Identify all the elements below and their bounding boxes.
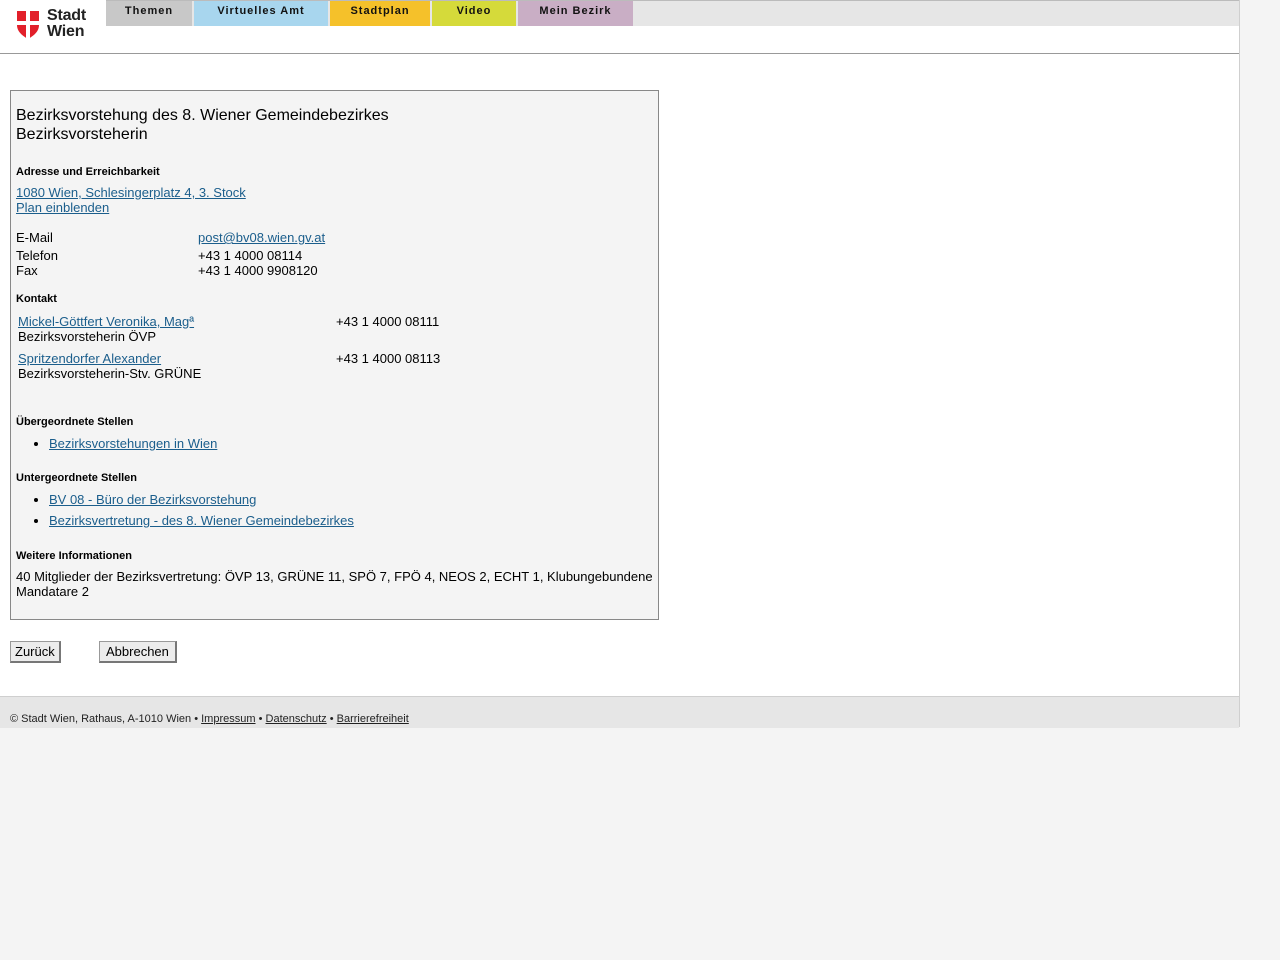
page: Stadt Wien Themen Virtuelles Amt Stadtpl…: [0, 0, 1240, 728]
contact-name-link[interactable]: Mickel-Göttfert Veronika, Magª: [18, 314, 194, 329]
address-link[interactable]: 1080 Wien, Schlesingerplatz 4, 3. Stock: [16, 185, 246, 200]
contact-phone: +43 1 4000 08111: [336, 314, 440, 329]
footer-copyright: © Stadt Wien, Rathaus, A-1010 Wien: [10, 713, 192, 725]
list-item: Bezirksvertretung - des 8. Wiener Gemein…: [49, 513, 354, 528]
footer-separator: •: [329, 713, 334, 725]
office-title: Bezirksvorstehung des 8. Wiener Gemeinde…: [16, 107, 389, 124]
fax-label: Fax: [16, 263, 38, 278]
info-text: 40 Mitglieder der Bezirksvertretung: ÖVP…: [16, 569, 653, 599]
show-map-link[interactable]: Plan einblenden: [16, 200, 109, 215]
cancel-button[interactable]: Abbrechen: [99, 641, 177, 663]
site-footer: © Stadt Wien, Rathaus, A-1010 Wien • Imp…: [0, 696, 1239, 728]
contact-phone: +43 1 4000 08113: [336, 351, 441, 366]
footer-text: © Stadt Wien, Rathaus, A-1010 Wien • Imp…: [10, 713, 409, 725]
stadt-wien-logo[interactable]: Stadt Wien: [15, 8, 95, 44]
nav-tab-mein-bezirk[interactable]: Mein Bezirk: [518, 1, 633, 26]
footer-separator: •: [194, 713, 199, 725]
logo-line2: Wien: [47, 23, 85, 40]
subordinate-link[interactable]: BV 08 - Büro der Bezirksvorstehung: [49, 492, 256, 507]
nav-tab-video[interactable]: Video: [432, 1, 516, 26]
nav-tab-themen[interactable]: Themen: [106, 1, 192, 26]
office-subtitle: Bezirksvorsteherin: [16, 126, 148, 143]
subordinate-heading: Untergeordnete Stellen: [16, 472, 138, 484]
datenschutz-link[interactable]: Datenschutz: [266, 713, 327, 725]
superior-heading: Übergeordnete Stellen: [16, 416, 134, 428]
impressum-link[interactable]: Impressum: [201, 713, 255, 725]
contact-role: Bezirksvorsteherin ÖVP: [18, 329, 156, 344]
logo-line1: Stadt: [47, 7, 87, 24]
subordinate-list: BV 08 - Büro der Bezirksvorstehung Bezir…: [16, 492, 354, 534]
nav-tab-stadtplan[interactable]: Stadtplan: [330, 1, 430, 26]
fax-value: +43 1 4000 9908120: [198, 263, 318, 278]
superior-link[interactable]: Bezirksvorstehungen in Wien: [49, 436, 217, 451]
footer-separator: •: [258, 713, 263, 725]
office-details-card: Bezirksvorstehung des 8. Wiener Gemeinde…: [10, 90, 659, 620]
email-label: E-Mail: [16, 230, 53, 245]
nav-tab-virtuelles-amt[interactable]: Virtuelles Amt: [194, 1, 328, 26]
info-heading: Weitere Informationen: [16, 550, 132, 562]
email-link[interactable]: post@bv08.wien.gv.at: [198, 230, 325, 245]
address-heading: Adresse und Erreichbarkeit: [16, 166, 160, 178]
logo-text: Stadt Wien: [47, 8, 86, 40]
main-nav: Themen Virtuelles Amt Stadtplan Video Me…: [106, 0, 1239, 26]
contact-name-link[interactable]: Spritzendorfer Alexander: [18, 351, 161, 366]
superior-list: Bezirksvorstehungen in Wien: [16, 436, 217, 457]
subordinate-link[interactable]: Bezirksvertretung - des 8. Wiener Gemein…: [49, 513, 354, 528]
barrierefreiheit-link[interactable]: Barrierefreiheit: [337, 713, 409, 725]
wien-shield-icon: [17, 11, 39, 39]
phone-label: Telefon: [16, 248, 58, 263]
list-item: Bezirksvorstehungen in Wien: [49, 436, 217, 451]
phone-value: +43 1 4000 08114: [198, 248, 303, 263]
list-item: BV 08 - Büro der Bezirksvorstehung: [49, 492, 354, 507]
contact-role: Bezirksvorsteherin-Stv. GRÜNE: [18, 366, 202, 381]
contact-heading: Kontakt: [16, 293, 57, 305]
site-header: Stadt Wien Themen Virtuelles Amt Stadtpl…: [0, 0, 1239, 54]
back-button[interactable]: Zurück: [10, 641, 61, 663]
